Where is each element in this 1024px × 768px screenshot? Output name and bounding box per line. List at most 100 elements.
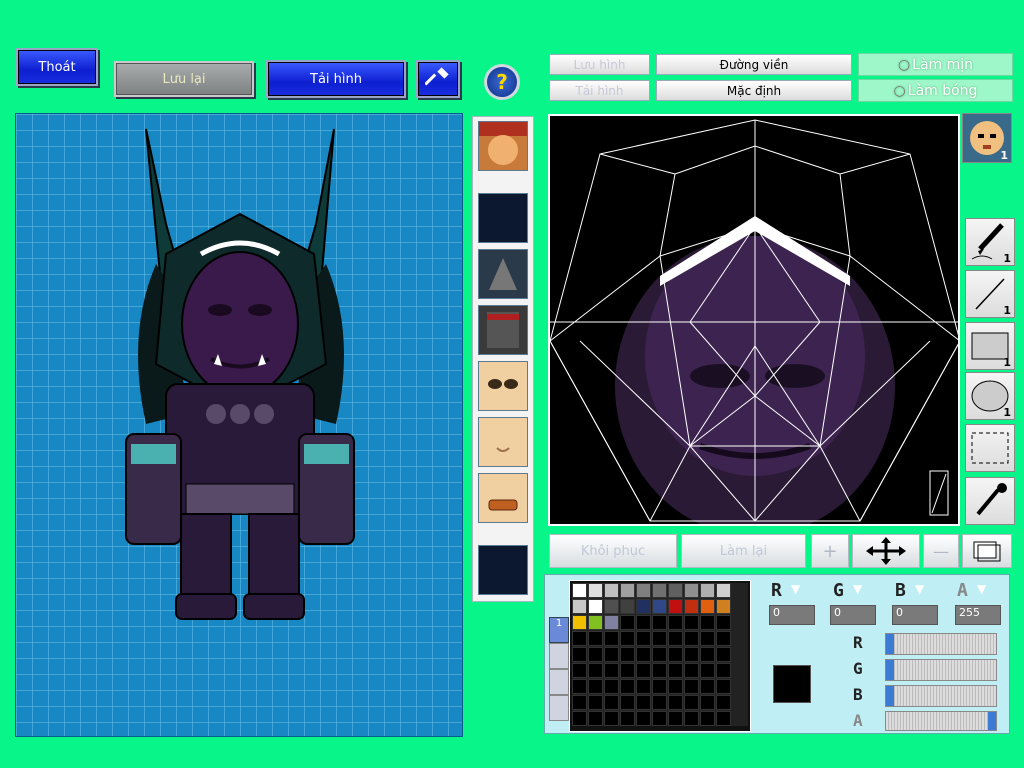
save-image-button[interactable]: Lưu hình	[549, 54, 650, 75]
palette-cell[interactable]	[668, 711, 683, 726]
g-dropdown-icon[interactable]: ▼	[853, 582, 862, 596]
palette-cell[interactable]	[572, 599, 587, 614]
palette-cell[interactable]	[652, 711, 667, 726]
palette-cell[interactable]	[668, 679, 683, 694]
b-slider-thumb[interactable]	[886, 686, 894, 706]
palette-cell[interactable]	[668, 583, 683, 598]
face-editing-canvas[interactable]	[548, 114, 961, 536]
restore-button[interactable]: Khôi phục	[549, 534, 677, 568]
a-dropdown-icon[interactable]: ▼	[977, 582, 986, 596]
palette-cell[interactable]	[684, 599, 699, 614]
palette-cell[interactable]	[716, 695, 731, 710]
palette-cell[interactable]	[620, 583, 635, 598]
redo-button[interactable]: Làm lại	[681, 534, 806, 568]
g-slider[interactable]	[885, 659, 997, 681]
palette-cell[interactable]	[572, 647, 587, 662]
line-tool[interactable]: 1	[965, 270, 1015, 318]
palette-cell[interactable]	[636, 615, 651, 630]
r-slider[interactable]	[885, 633, 997, 655]
palette-cell[interactable]	[604, 599, 619, 614]
palette-cell[interactable]	[620, 599, 635, 614]
smooth-toggle[interactable]: ○ Làm mịn	[858, 53, 1013, 76]
palette-cell[interactable]	[700, 631, 715, 646]
palette-cell[interactable]	[588, 583, 603, 598]
palette-cell[interactable]	[668, 631, 683, 646]
palette-cell[interactable]	[652, 583, 667, 598]
palette-cell[interactable]	[636, 695, 651, 710]
palette-cell[interactable]	[604, 711, 619, 726]
palette-cell[interactable]	[668, 615, 683, 630]
g-value-field[interactable]: 0	[830, 605, 876, 625]
palette-cell[interactable]	[604, 647, 619, 662]
r-slider-thumb[interactable]	[886, 634, 894, 654]
palette-cell[interactable]	[716, 615, 731, 630]
hammer-button[interactable]	[416, 60, 460, 98]
palette-cell[interactable]	[684, 679, 699, 694]
palette-cell[interactable]	[716, 663, 731, 678]
palette-tab-3[interactable]	[549, 669, 569, 695]
palette-cell[interactable]	[604, 615, 619, 630]
palette-cell[interactable]	[620, 615, 635, 630]
palette-cell[interactable]	[684, 663, 699, 678]
character-preview-canvas[interactable]	[15, 113, 463, 737]
palette-cell[interactable]	[684, 615, 699, 630]
palette-cell[interactable]	[604, 695, 619, 710]
part-slot-head-avatar[interactable]	[478, 121, 528, 171]
palette-cell[interactable]	[572, 631, 587, 646]
exit-button[interactable]: Thoát	[16, 48, 98, 86]
eyedropper-tool[interactable]	[965, 477, 1015, 525]
palette-cell[interactable]	[636, 583, 651, 598]
palette-cell[interactable]	[652, 695, 667, 710]
palette-cell[interactable]	[620, 711, 635, 726]
palette-cell[interactable]	[716, 679, 731, 694]
palette-cell[interactable]	[684, 647, 699, 662]
palette-cell[interactable]	[620, 631, 635, 646]
part-slot-mouth[interactable]	[478, 473, 528, 523]
palette-cell[interactable]	[652, 615, 667, 630]
palette-cell[interactable]	[636, 663, 651, 678]
palette-cell[interactable]	[684, 631, 699, 646]
r-dropdown-icon[interactable]: ▼	[791, 582, 800, 596]
palette-cell[interactable]	[716, 599, 731, 614]
palette-cell[interactable]	[652, 663, 667, 678]
palette-cell[interactable]	[716, 631, 731, 646]
palette-cell[interactable]	[620, 695, 635, 710]
reload-image-button[interactable]: Tải hình	[549, 80, 650, 101]
palette-cell[interactable]	[716, 711, 731, 726]
palette-cell[interactable]	[684, 695, 699, 710]
palette-cell[interactable]	[668, 695, 683, 710]
palette-cell[interactable]	[652, 679, 667, 694]
palette-tab-1[interactable]: 1	[549, 617, 569, 643]
palette-cell[interactable]	[620, 663, 635, 678]
palette-cell[interactable]	[620, 679, 635, 694]
palette-cell[interactable]	[700, 663, 715, 678]
palette-cell[interactable]	[636, 679, 651, 694]
save-button[interactable]: Lưu lại	[114, 61, 254, 97]
palette-cell[interactable]	[652, 631, 667, 646]
shade-toggle[interactable]: ○ Làm bóng	[858, 79, 1013, 102]
outline-button[interactable]: Đường viền	[656, 54, 852, 75]
part-slot-eyes[interactable]	[478, 361, 528, 411]
palette-cell[interactable]	[668, 647, 683, 662]
palette-cell[interactable]	[636, 711, 651, 726]
avatar-preview[interactable]: 1	[962, 113, 1012, 163]
palette-cell[interactable]	[572, 663, 587, 678]
b-slider[interactable]	[885, 685, 997, 707]
palette-cell[interactable]	[684, 711, 699, 726]
palette-cell[interactable]	[700, 711, 715, 726]
part-slot-nose[interactable]	[478, 417, 528, 467]
palette-cell[interactable]	[652, 599, 667, 614]
a-slider[interactable]	[885, 711, 997, 731]
palette-cell[interactable]	[572, 695, 587, 710]
palette-tab-2[interactable]	[549, 643, 569, 669]
default-button[interactable]: Mặc định	[656, 80, 852, 101]
palette-cell[interactable]	[588, 711, 603, 726]
b-value-field[interactable]: 0	[892, 605, 938, 625]
palette-cell[interactable]	[588, 679, 603, 694]
g-slider-thumb[interactable]	[886, 660, 894, 680]
palette-cell[interactable]	[636, 647, 651, 662]
palette-cell[interactable]	[572, 711, 587, 726]
palette-cell[interactable]	[588, 631, 603, 646]
palette-cell[interactable]	[700, 679, 715, 694]
palette-cell[interactable]	[588, 615, 603, 630]
